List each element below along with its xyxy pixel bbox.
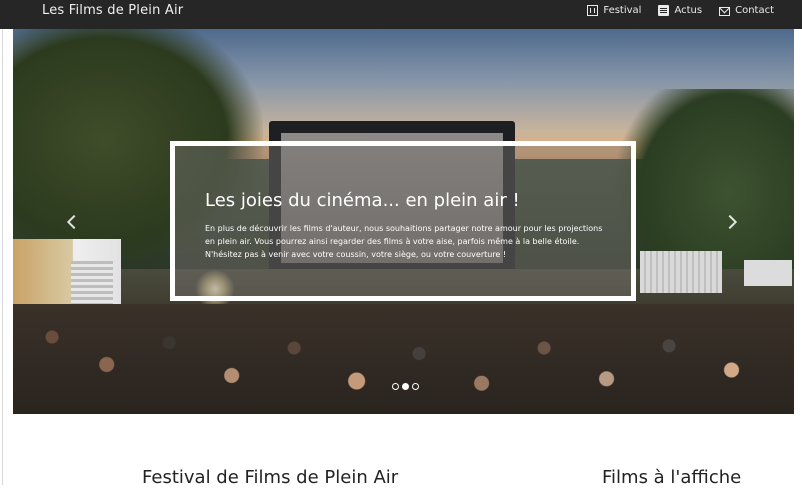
hero-carousel: Les joies du cinéma... en plein air ! En… (13, 29, 794, 414)
page-border (2, 0, 3, 485)
chevron-left-icon[interactable] (65, 214, 79, 228)
nav-item-label: Actus (674, 5, 703, 16)
carousel-indicator[interactable] (412, 383, 419, 390)
carousel-indicators (392, 383, 419, 390)
hero-photo-crowd (13, 304, 794, 414)
hero-photo-container (640, 251, 722, 293)
nav-item-festival[interactable]: Festival (587, 5, 641, 16)
hero-photo-container (744, 260, 792, 286)
film-icon (587, 5, 599, 16)
carousel-caption: Les joies du cinéma... en plein air ! En… (170, 141, 636, 301)
site-brand-link[interactable]: Les Films de Plein Air (42, 3, 183, 18)
nav-item-contact[interactable]: Contact (719, 5, 774, 16)
envelope-icon (719, 6, 731, 16)
newspaper-icon (658, 5, 670, 16)
nav-item-label: Festival (603, 5, 642, 16)
main-nav: Festival Actus Contact (587, 5, 774, 16)
caption-text: En plus de découvrir les films d'auteur,… (205, 224, 603, 259)
chevron-right-icon[interactable] (725, 214, 739, 228)
carousel-indicator-active[interactable] (402, 383, 409, 390)
carousel-indicator[interactable] (392, 383, 399, 390)
nav-item-label: Contact (735, 5, 774, 16)
nav-item-actus[interactable]: Actus (658, 5, 702, 16)
top-navbar: Les Films de Plein Air Festival Actus Co… (0, 0, 802, 29)
caption-title: Les joies du cinéma... en plein air ! (205, 190, 520, 211)
